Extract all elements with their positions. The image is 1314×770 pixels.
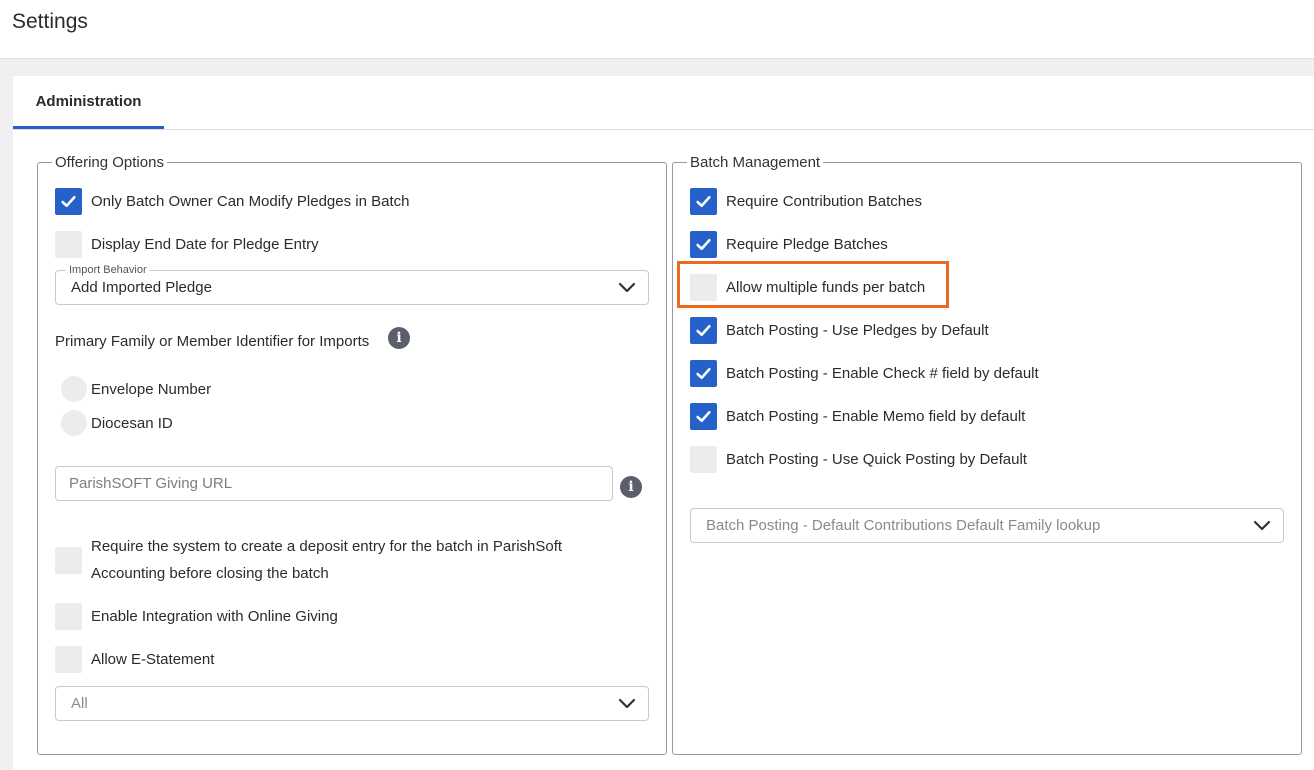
envelope-number-radio[interactable]	[61, 376, 87, 402]
envelope-number-label: Envelope Number	[91, 380, 212, 398]
enable-check-field-checkbox[interactable]	[690, 359, 717, 387]
enable-memo-field-option[interactable]: Batch Posting - Enable Memo field by def…	[690, 402, 1025, 430]
allow-estatement-option[interactable]: Allow E-Statement	[55, 645, 214, 673]
enable-online-giving-label: Enable Integration with Online Giving	[91, 607, 338, 625]
radio-envelope-number[interactable]: Envelope Number	[61, 375, 211, 403]
require-pledge-batches-label: Require Pledge Batches	[726, 235, 888, 253]
quick-posting-default-label: Batch Posting - Use Quick Posting by Def…	[726, 450, 1027, 468]
family-lookup-select[interactable]: Batch Posting - Default Contributions De…	[690, 508, 1284, 543]
use-pledges-default-option[interactable]: Batch Posting - Use Pledges by Default	[690, 316, 989, 344]
display-end-date-label: Display End Date for Pledge Entry	[91, 235, 319, 253]
check-icon	[696, 195, 711, 207]
estatement-select[interactable]: All	[55, 686, 649, 721]
tab-bar: Administration	[13, 76, 1314, 130]
import-behavior-label: Import Behavior	[66, 263, 150, 277]
settings-card: Administration Offering Options Only Bat…	[13, 76, 1314, 770]
check-icon	[696, 324, 711, 336]
require-deposit-checkbox[interactable]	[55, 546, 82, 574]
enable-online-giving-checkbox[interactable]	[55, 602, 82, 630]
only-batch-owner-label: Only Batch Owner Can Modify Pledges in B…	[91, 192, 410, 210]
diocesan-id-radio[interactable]	[61, 410, 87, 436]
estatement-select-value: All	[71, 695, 88, 712]
allow-estatement-label: Allow E-Statement	[91, 650, 215, 668]
diocesan-id-label: Diocesan ID	[91, 414, 173, 432]
check-icon	[696, 238, 711, 250]
batch-management-panel: Batch Management Require Contribution Ba…	[672, 154, 1302, 755]
display-end-date-option[interactable]: Display End Date for Pledge Entry	[55, 230, 319, 258]
info-icon[interactable]: i	[388, 327, 410, 349]
enable-check-field-label: Batch Posting - Enable Check # field by …	[726, 364, 1039, 382]
import-behavior-value: Add Imported Pledge	[71, 279, 212, 296]
quick-posting-default-option[interactable]: Batch Posting - Use Quick Posting by Def…	[690, 445, 1027, 473]
use-pledges-default-checkbox[interactable]	[690, 316, 717, 344]
require-contribution-batches-option[interactable]: Require Contribution Batches	[690, 187, 922, 215]
only-batch-owner-option[interactable]: Only Batch Owner Can Modify Pledges in B…	[55, 187, 410, 215]
giving-url-input[interactable]	[55, 466, 613, 501]
use-pledges-default-label: Batch Posting - Use Pledges by Default	[726, 321, 989, 339]
chevron-down-icon	[618, 282, 636, 293]
page-header: Settings	[0, 0, 1314, 59]
radio-diocesan-id[interactable]: Diocesan ID	[61, 409, 173, 437]
check-icon	[696, 367, 711, 379]
allow-estatement-checkbox[interactable]	[55, 645, 82, 673]
import-behavior-select[interactable]: Import Behavior Add Imported Pledge	[55, 263, 649, 305]
check-icon	[61, 195, 76, 207]
offering-options-panel: Offering Options Only Batch Owner Can Mo…	[37, 154, 667, 755]
primary-identifier-heading: Primary Family or Member Identifier for …	[55, 327, 369, 355]
display-end-date-checkbox[interactable]	[55, 230, 82, 258]
require-deposit-label: Require the system to create a deposit e…	[91, 538, 563, 582]
enable-memo-field-checkbox[interactable]	[690, 402, 717, 430]
require-pledge-batches-option[interactable]: Require Pledge Batches	[690, 230, 888, 258]
highlight-box	[677, 261, 949, 308]
require-pledge-batches-checkbox[interactable]	[690, 230, 717, 258]
require-contribution-batches-checkbox[interactable]	[690, 187, 717, 215]
batch-management-legend: Batch Management	[687, 154, 824, 171]
chevron-down-icon	[1253, 520, 1271, 531]
require-contribution-batches-label: Require Contribution Batches	[726, 192, 922, 210]
require-deposit-option[interactable]: Require the system to create a deposit e…	[55, 533, 635, 587]
primary-identifier-label: Primary Family or Member Identifier for …	[55, 332, 370, 350]
only-batch-owner-checkbox[interactable]	[55, 187, 82, 215]
enable-check-field-option[interactable]: Batch Posting - Enable Check # field by …	[690, 359, 1039, 387]
check-icon	[696, 410, 711, 422]
family-lookup-select-value: Batch Posting - Default Contributions De…	[706, 517, 1101, 534]
chevron-down-icon	[618, 698, 636, 709]
tab-administration[interactable]: Administration	[13, 76, 164, 129]
enable-online-giving-option[interactable]: Enable Integration with Online Giving	[55, 602, 338, 630]
info-icon[interactable]: i	[620, 476, 642, 498]
page-title: Settings	[12, 10, 88, 33]
enable-memo-field-label: Batch Posting - Enable Memo field by def…	[726, 407, 1026, 425]
offering-options-legend: Offering Options	[52, 154, 167, 171]
quick-posting-default-checkbox[interactable]	[690, 445, 717, 473]
